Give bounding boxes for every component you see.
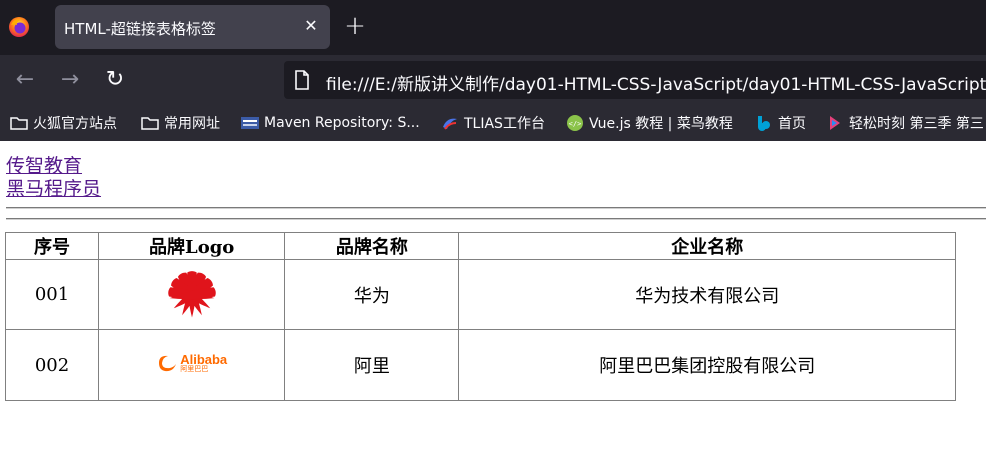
folder-icon	[10, 117, 28, 130]
url-text: file:///E:/新版讲义制作/day01-HTML-CSS-JavaScr…	[326, 75, 986, 95]
cell-brand: 华为	[284, 259, 460, 330]
bookmark-vue-runoob[interactable]: </> Vue.js 教程 | 菜鸟教程	[566, 113, 733, 133]
bookmark-home[interactable]: 首页	[755, 113, 806, 133]
table-row: 001 华为 华为技术有限公司	[4, 259, 956, 330]
bookmark-label: 轻松时刻 第三季 第三	[849, 116, 984, 132]
back-button[interactable]: ←	[12, 67, 38, 93]
close-tab-icon[interactable]: ✕	[302, 17, 320, 35]
brand-table: 序号 品牌Logo 品牌名称 企业名称 001 华为 华为技术有限公司 002 …	[4, 232, 956, 401]
alibaba-smile-icon	[159, 355, 177, 371]
tab-bar: HTML-超链接表格标签 ✕ +	[0, 0, 986, 55]
horizontal-rule	[6, 218, 986, 220]
svg-text:</>: </>	[569, 120, 582, 128]
forward-button[interactable]: →	[57, 67, 83, 93]
bookmark-firefox-official[interactable]: 火狐官方站点	[10, 113, 117, 133]
cell-id: 002	[4, 329, 100, 401]
header-logo: 品牌Logo	[98, 232, 286, 260]
cell-logo	[98, 259, 286, 330]
bookmark-label: 常用网址	[164, 116, 220, 132]
bookmark-label: Vue.js 教程 | 菜鸟教程	[589, 116, 733, 132]
cell-id: 001	[4, 259, 100, 330]
bookmark-label: 首页	[778, 116, 806, 132]
maven-icon	[241, 117, 259, 129]
tlias-icon	[443, 118, 457, 130]
active-tab[interactable]: HTML-超链接表格标签 ✕	[55, 5, 330, 49]
cell-company: 华为技术有限公司	[458, 259, 956, 330]
header-company-name: 企业名称	[458, 232, 956, 260]
bookmark-common-sites[interactable]: 常用网址	[141, 113, 220, 133]
cell-company: 阿里巴巴集团控股有限公司	[458, 329, 956, 401]
bookmark-tlias[interactable]: TLIAS工作台	[441, 113, 545, 133]
firefox-icon[interactable]	[8, 16, 30, 38]
page-content: 传智教育 黑马程序员 序号 品牌Logo 品牌名称 企业名称 001 华为 华为…	[0, 141, 986, 449]
bookmark-maven[interactable]: Maven Repository: S...	[241, 113, 420, 133]
cell-brand: 阿里	[284, 329, 460, 401]
new-tab-button[interactable]: +	[343, 13, 367, 39]
alibaba-logo: Alibaba 阿里巴巴	[156, 353, 227, 373]
table-row: 002 Alibaba 阿里巴巴 阿里 阿里巴巴集团控股有限公司	[4, 329, 956, 401]
cell-logo: Alibaba 阿里巴巴	[98, 329, 286, 401]
bookmarks-toolbar: 火狐官方站点 常用网址 Maven Repository: S... TLIAS…	[0, 105, 986, 141]
address-bar[interactable]: file:///E:/新版讲义制作/day01-HTML-CSS-JavaScr…	[284, 61, 986, 99]
bookmark-label: 火狐官方站点	[33, 116, 117, 132]
file-icon	[295, 70, 309, 90]
horizontal-rule	[6, 207, 986, 209]
folder-icon	[141, 117, 159, 130]
table-header-row: 序号 品牌Logo 品牌名称 企业名称	[4, 232, 956, 260]
link-itheima[interactable]: 黑马程序员	[6, 174, 101, 201]
alibaba-logo-subtext: 阿里巴巴	[180, 364, 209, 373]
reload-button[interactable]: ↻	[102, 67, 128, 93]
header-id: 序号	[4, 232, 100, 260]
runoob-icon: </>	[567, 115, 583, 131]
bookmark-video[interactable]: 轻松时刻 第三季 第三	[826, 113, 984, 133]
tab-title: HTML-超链接表格标签	[64, 20, 216, 38]
alibaba-logo-text: Alibaba	[180, 351, 228, 367]
bookmark-label: TLIAS工作台	[464, 116, 545, 132]
video-icon	[830, 116, 840, 130]
bookmark-label: Maven Repository: S...	[264, 115, 420, 131]
header-brand-name: 品牌名称	[284, 232, 460, 260]
huawei-logo	[154, 270, 230, 325]
bilibili-icon	[758, 116, 770, 131]
